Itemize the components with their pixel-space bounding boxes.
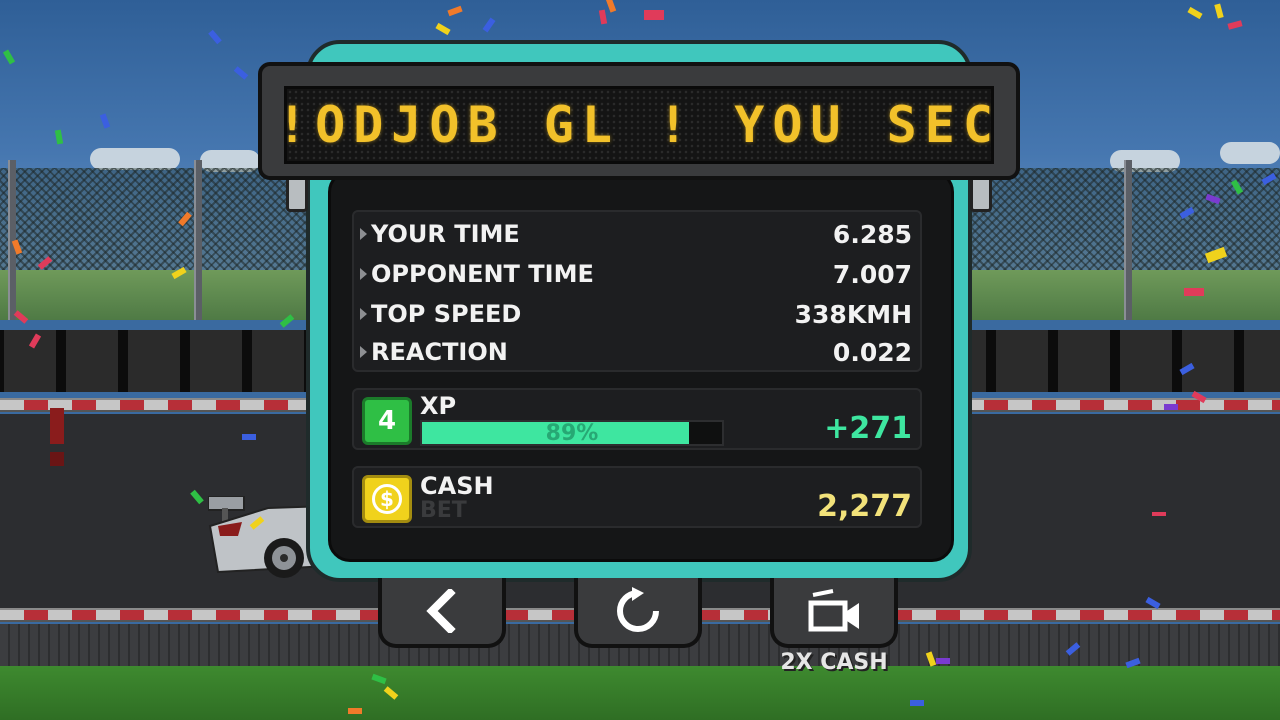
cloud: [1220, 142, 1280, 164]
confetti: [910, 700, 924, 706]
cloud: [90, 148, 180, 170]
confetti: [348, 708, 362, 714]
stat-row-opponent-time: OPPONENT TIME 7.007: [360, 256, 916, 292]
stat-value: 0.022: [832, 337, 912, 367]
fence-pole: [1124, 160, 1132, 320]
bet-label: BET: [420, 498, 467, 523]
stat-label: YOUR TIME: [371, 220, 520, 248]
cash-amount: 2,277: [817, 489, 912, 524]
sign-bracket-left: [286, 176, 308, 212]
cash-box: $ CASH BET 2,277: [352, 466, 922, 528]
xp-progress-text: 89%: [545, 420, 599, 446]
confetti: [1164, 404, 1178, 410]
confetti: [242, 434, 256, 440]
stat-value: 6.285: [832, 219, 912, 249]
xp-box: 4 XP 89% +271: [352, 388, 922, 450]
confetti: [644, 10, 664, 20]
chevron-left-icon: [426, 589, 456, 633]
sign-bracket-right: [970, 176, 992, 212]
stat-value: 7.007: [832, 259, 912, 289]
stat-row-top-speed: TOP SPEED 338KMH: [360, 296, 916, 332]
dollar-coin-icon: $: [372, 484, 402, 514]
double-cash-video-button[interactable]: [770, 578, 898, 648]
stat-value: 338KMH: [794, 299, 912, 329]
start-light: [50, 408, 64, 444]
start-light: [50, 452, 64, 466]
scoreboard-ticker-text: !ODJOB GL ! YOU SEC: [284, 96, 994, 154]
restart-button[interactable]: [574, 578, 702, 648]
fence-pole: [194, 160, 202, 320]
xp-progress-bar: 89%: [420, 420, 724, 446]
cash-badge: $: [362, 475, 412, 523]
confetti: [1184, 288, 1204, 296]
stat-row-reaction: REACTION 0.022: [360, 334, 916, 370]
restart-icon: [617, 587, 659, 632]
double-cash-label: 2X CASH: [780, 650, 888, 675]
bullet-arrow-icon: [360, 346, 367, 358]
confetti: [936, 658, 950, 664]
bullet-arrow-icon: [360, 228, 367, 240]
race-stats-table: YOUR TIME 6.285 OPPONENT TIME 7.007 TOP …: [352, 210, 922, 372]
confetti: [1152, 512, 1166, 516]
xp-gain: +271: [824, 411, 912, 446]
bullet-arrow-icon: [360, 308, 367, 320]
bullet-arrow-icon: [360, 268, 367, 280]
video-camera-icon: [808, 589, 859, 632]
cash-label: CASH: [420, 472, 494, 500]
xp-label: XP: [420, 392, 457, 420]
grass: [0, 666, 1280, 720]
stat-row-your-time: YOUR TIME 6.285: [360, 216, 916, 252]
stat-label: TOP SPEED: [371, 300, 522, 328]
stat-label: OPPONENT TIME: [371, 260, 594, 288]
scoreboard-led-screen: !ODJOB GL ! YOU SEC: [284, 86, 994, 164]
level-badge: 4: [362, 397, 412, 445]
stat-label: REACTION: [371, 338, 508, 366]
back-button[interactable]: [378, 578, 506, 648]
